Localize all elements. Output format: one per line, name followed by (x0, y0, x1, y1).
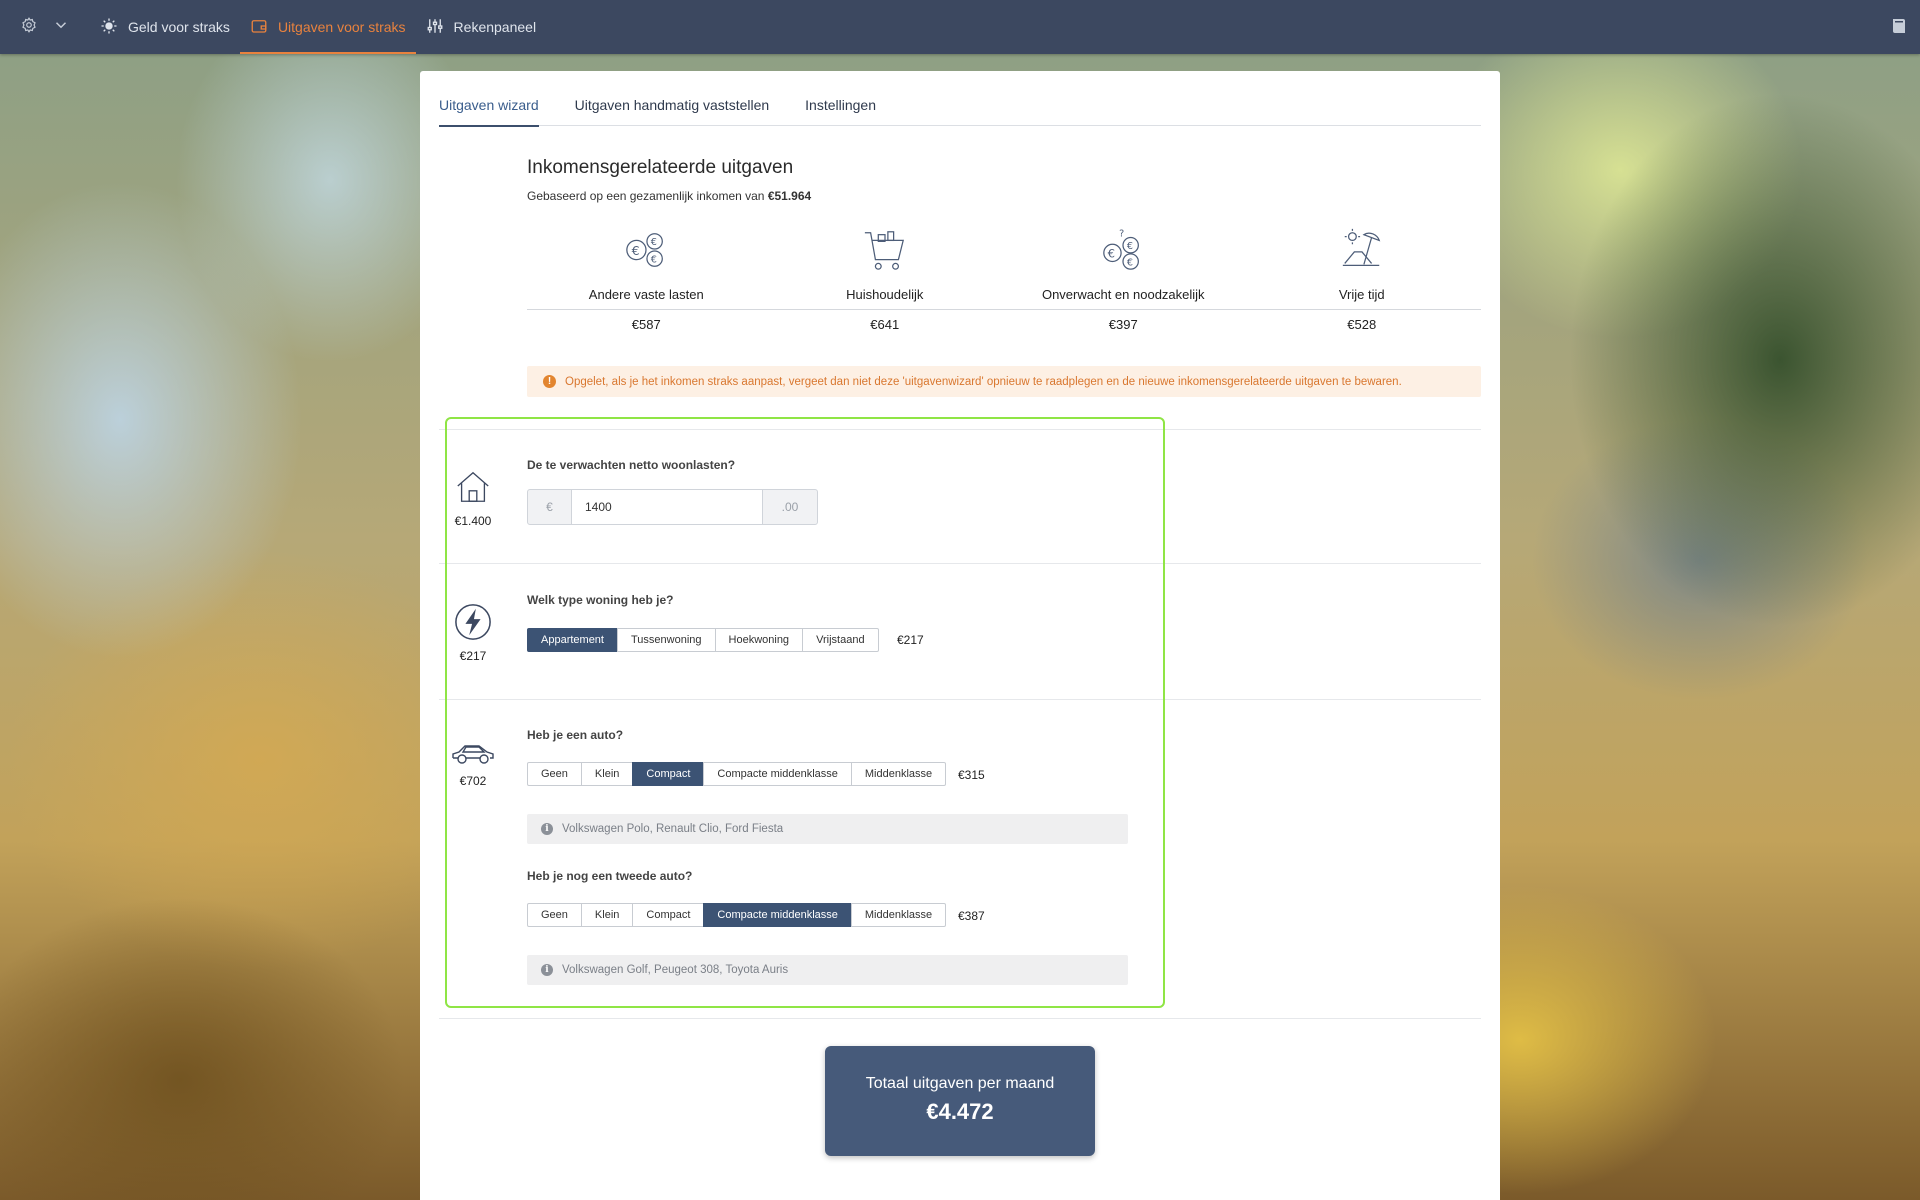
top-navigation-bar: Geld voor straks Uitgaven voor straks Re… (0, 0, 1920, 54)
housing-input-group: € 1400 .00 (527, 489, 818, 525)
car-icon (443, 742, 503, 766)
beach-chair-icon (1243, 226, 1482, 274)
car-size-options: Geen Klein Compact Compacte middenklasse… (527, 762, 947, 786)
option-compacte-middenklasse[interactable]: Compacte middenklasse (703, 903, 852, 927)
option-geen[interactable]: Geen (527, 903, 582, 927)
category-amount: €587 (631, 317, 661, 332)
housing-cost-input[interactable]: 1400 (572, 489, 762, 525)
dwelling-summary: €217 (443, 603, 503, 663)
category-andere-vaste-lasten: € € € Andere vaste lasten (527, 226, 766, 307)
svg-text:€: € (651, 237, 657, 248)
option-middenklasse[interactable]: Middenklasse (850, 762, 947, 786)
total-value: €4.472 (926, 1099, 994, 1124)
nav-label: Rekenpaneel (453, 19, 537, 35)
second-car-question: Heb je nog een tweede auto? (527, 869, 693, 883)
car-info: i Volkswagen Polo, Renault Clio, Ford Fi… (527, 814, 1128, 844)
option-appartement[interactable]: Appartement (527, 628, 618, 652)
category-huishoudelijk: Huishoudelijk (766, 226, 1005, 307)
option-vrijstaand[interactable]: Vrijstaand (802, 628, 879, 652)
category-label: Huishoudelijk (846, 287, 924, 302)
car-question: Heb je een auto? (527, 728, 624, 742)
tab-instellingen[interactable]: Instellingen (805, 93, 876, 126)
category-onverwacht: € € €? Onverwacht en noodzakelijk (1004, 226, 1243, 307)
sliders-icon (426, 17, 444, 38)
housing-summary: €1.400 (443, 468, 503, 528)
housing-amount: €1.400 (454, 514, 492, 528)
category-amount: €528 (1347, 317, 1377, 332)
tab-uitgaven-wizard[interactable]: Uitgaven wizard (439, 93, 539, 127)
book-icon[interactable] (1892, 18, 1906, 39)
shopping-cart-icon (766, 226, 1005, 274)
nav-geld-voor-straks[interactable]: Geld voor straks (90, 0, 240, 54)
house-icon (443, 468, 503, 506)
category-amount: €397 (1108, 317, 1138, 332)
decimal-suffix: .00 (762, 489, 818, 525)
option-geen[interactable]: Geen (527, 762, 582, 786)
income-warning: ! Opgelet, als je het inkomen straks aan… (527, 366, 1481, 397)
warning-text: Opgelet, als je het inkomen straks aanpa… (565, 375, 1402, 388)
option-middenklasse[interactable]: Middenklasse (850, 903, 947, 927)
car-cost: €315 (958, 768, 985, 782)
second-car-size-options: Geen Klein Compact Compacte middenklasse… (527, 903, 947, 927)
total-expenses-box: Totaal uitgaven per maand €4.472 (825, 1046, 1095, 1156)
second-car-examples: Volkswagen Golf, Peugeot 308, Toyota Aur… (562, 964, 789, 976)
nav-rekenpaneel[interactable]: Rekenpaneel (416, 0, 547, 54)
svg-text:€: € (1108, 247, 1115, 261)
wallet-icon (250, 17, 268, 38)
dwelling-question: Welk type woning heb je? (527, 593, 674, 607)
option-compact[interactable]: Compact (632, 903, 705, 927)
divider (439, 1018, 1481, 1019)
info-icon: i (541, 964, 553, 976)
currency-prefix: € (527, 489, 572, 525)
option-hoekwoning[interactable]: Hoekwoning (714, 628, 804, 652)
car-examples: Volkswagen Polo, Renault Clio, Ford Fies… (562, 823, 784, 835)
second-car-info: i Volkswagen Golf, Peugeot 308, Toyota A… (527, 955, 1128, 985)
sun-icon (100, 17, 118, 38)
dwelling-cost: €217 (897, 633, 924, 647)
option-compact[interactable]: Compact (632, 762, 705, 786)
coins-question-icon: € € €? (1004, 226, 1243, 274)
income-categories: € € € Andere vaste lasten Huishoudelijk € €… (527, 226, 1481, 332)
category-label: Andere vaste lasten (588, 287, 704, 302)
svg-text:?: ? (1119, 229, 1124, 240)
lightning-icon (443, 603, 503, 641)
nav-uitgaven-voor-straks[interactable]: Uitgaven voor straks (239, 0, 416, 54)
svg-text:€: € (1127, 257, 1133, 268)
option-klein[interactable]: Klein (580, 762, 634, 786)
svg-text:€: € (651, 254, 657, 265)
nav-label: Uitgaven voor straks (277, 19, 406, 35)
dwelling-amount: €217 (459, 649, 487, 663)
option-compacte-middenklasse[interactable]: Compacte middenklasse (703, 762, 852, 786)
section-title: Inkomensgerelateerde uitgaven (527, 157, 794, 178)
category-label: Onverwacht en noodzakelijk (1041, 287, 1205, 302)
gear-icon (20, 16, 38, 39)
option-tussenwoning[interactable]: Tussenwoning (616, 628, 716, 652)
svg-text:€: € (1127, 241, 1133, 252)
euro-coins-icon: € € € (527, 226, 766, 274)
tab-bar: Uitgaven wizard Uitgaven handmatig vasts… (439, 93, 1481, 127)
settings-menu[interactable] (0, 16, 90, 39)
info-icon: i (541, 823, 553, 835)
subtitle-text: Gebaseerd op een gezamenlijk inkomen van (527, 189, 765, 203)
housing-question: De te verwachten netto woonlasten? (527, 458, 736, 472)
svg-text:€: € (632, 243, 640, 258)
category-vrije-tijd: Vrije tijd (1243, 226, 1482, 307)
car-summary: €702 (443, 742, 503, 788)
exclamation-icon: ! (543, 375, 556, 388)
second-car-cost: €387 (958, 909, 985, 923)
option-klein[interactable]: Klein (580, 903, 634, 927)
category-amount: €641 (870, 317, 900, 332)
total-label: Totaal uitgaven per maand (865, 1075, 1055, 1092)
car-amount: €702 (459, 774, 487, 788)
category-label: Vrije tijd (1338, 287, 1385, 302)
income-value: €51.964 (767, 189, 812, 203)
tab-uitgaven-handmatig[interactable]: Uitgaven handmatig vaststellen (575, 93, 770, 126)
chevron-down-icon (52, 16, 70, 39)
dwelling-type-options: Appartement Tussenwoning Hoekwoning Vrij… (527, 628, 879, 652)
section-subtitle: Gebaseerd op een gezamenlijk inkomen van… (527, 189, 811, 203)
main-card: Uitgaven wizard Uitgaven handmatig vasts… (420, 71, 1500, 1200)
nav-label: Geld voor straks (128, 19, 230, 35)
